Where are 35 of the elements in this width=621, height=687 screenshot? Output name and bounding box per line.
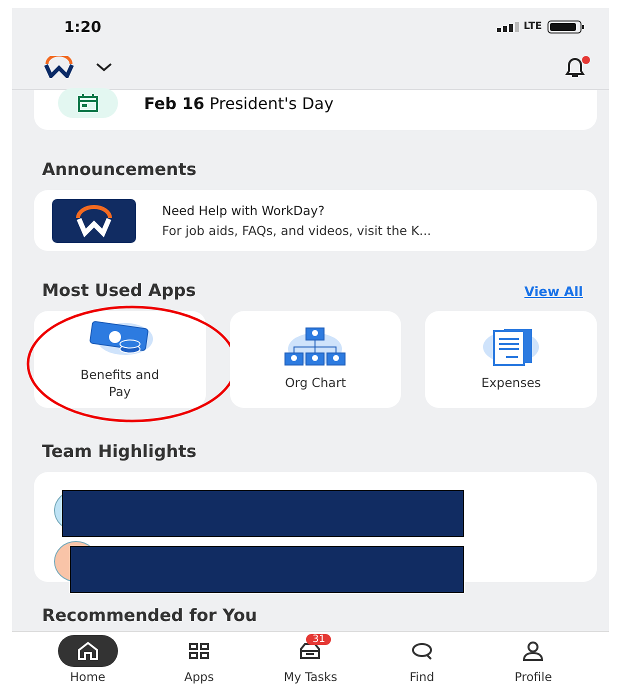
app-label: Benefits and Pay [80,367,160,400]
inbox-icon [298,642,322,660]
nav-tab[interactable]: Find [366,632,478,687]
announcement-text: For job aids, FAQs, and videos, visit the K... [162,223,432,238]
app-tile[interactable]: Org Chart [230,311,402,408]
announcement-card[interactable]: Need Help with WorkDay? For job aids, FAQs, and videos, visit the K... [34,190,597,251]
app-label: Expenses [481,375,541,392]
logo-tile-icon [52,198,136,242]
battery-icon [547,20,585,34]
chevron-down-icon[interactable] [96,62,112,72]
section-title: Team Highlights [42,442,198,462]
home-icon [76,641,99,661]
bell-icon[interactable] [563,55,591,79]
announcement-title: Need Help with WorkDay? [162,203,326,218]
person-icon [522,641,544,661]
nav-tab[interactable]: Profile [478,632,589,687]
status-time: 1:20 [64,18,102,36]
section-title: Announcements [42,160,198,180]
network-label: LTE [524,21,542,32]
task-count-badge: 31 [306,634,332,645]
nav-tab[interactable]: Apps [143,632,255,687]
view-all-link[interactable]: View All [524,285,583,300]
signal-icon [496,22,519,32]
app-tile[interactable]: Expenses [425,311,597,408]
search-icon [410,642,434,660]
section-title: Recommended for You [42,606,258,626]
nav-tab[interactable]: Home [32,632,144,687]
nav-tab[interactable]: 31 My Tasks [254,632,366,687]
logo-icon[interactable] [44,56,74,78]
app-tile[interactable]: Benefits and Pay [34,311,206,408]
holiday-text: Feb 16 President's Day [144,94,334,112]
app-label: Org Chart [284,375,346,392]
section-title: Most Used Apps [42,281,196,301]
grid-icon [188,642,210,660]
calendar-icon [78,94,98,112]
